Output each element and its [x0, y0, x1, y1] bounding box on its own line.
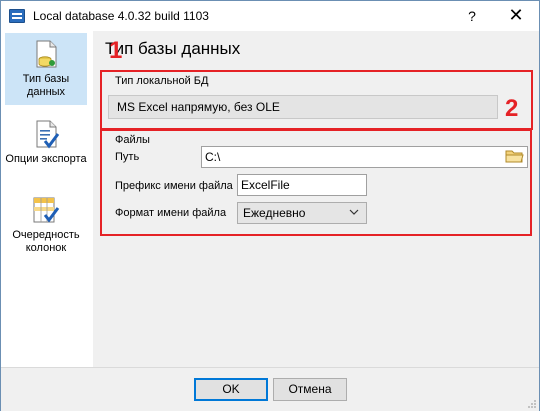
browse-folder-icon[interactable] — [505, 148, 524, 164]
ok-button[interactable]: OK — [194, 378, 268, 401]
resize-grip-icon[interactable] — [527, 399, 537, 409]
close-button[interactable]: ✕ — [493, 1, 539, 31]
export-options-icon — [36, 120, 60, 149]
db-type-selector[interactable]: MS Excel напрямую, без OLE — [108, 95, 498, 119]
annotation-marker-1: 1 — [109, 37, 123, 64]
db-type-group-label: Тип локальной БД — [115, 75, 209, 87]
chevron-down-icon — [349, 209, 359, 215]
path-label: Путь — [115, 151, 140, 163]
footer-bar — [1, 367, 539, 411]
sidebar-item-export-options[interactable]: Опции экспорта — [5, 113, 87, 179]
app-icon — [9, 9, 25, 23]
column-order-icon — [33, 197, 60, 223]
prefix-label: Префикс имени файла — [115, 180, 233, 192]
cancel-button[interactable]: Отмена — [273, 378, 347, 401]
path-input[interactable]: C:\ — [201, 146, 528, 168]
page-title: Тип базы данных — [105, 39, 241, 58]
window-title: Local database 4.0.32 build 1103 — [33, 9, 209, 23]
sidebar-item-label: Очередность колонок — [12, 229, 80, 254]
sidebar-item-column-order[interactable]: Очередность колонок — [5, 189, 87, 259]
title-bar[interactable]: Local database 4.0.32 build 1103 ? ✕ — [1, 1, 539, 31]
prefix-input[interactable]: ExcelFile — [237, 174, 367, 196]
files-group-label: Файлы — [115, 134, 150, 146]
sidebar-item-label: Опции экспорта — [5, 153, 87, 165]
annotation-marker-2: 2 — [505, 95, 519, 122]
database-icon — [36, 40, 57, 68]
sidebar-item-database-type[interactable]: Тип базы данных — [5, 33, 87, 105]
format-label: Формат имени файла — [115, 207, 227, 219]
format-select[interactable]: Ежедневно — [237, 202, 367, 224]
prefix-value: ExcelFile — [241, 178, 290, 192]
help-button[interactable]: ? — [449, 1, 495, 31]
sidebar-item-label: Тип базы данных — [22, 73, 70, 98]
dialog-window: Local database 4.0.32 build 1103 ? ✕ Тип… — [0, 0, 540, 411]
format-value: Ежедневно — [243, 206, 306, 220]
path-value: C:\ — [205, 150, 221, 164]
